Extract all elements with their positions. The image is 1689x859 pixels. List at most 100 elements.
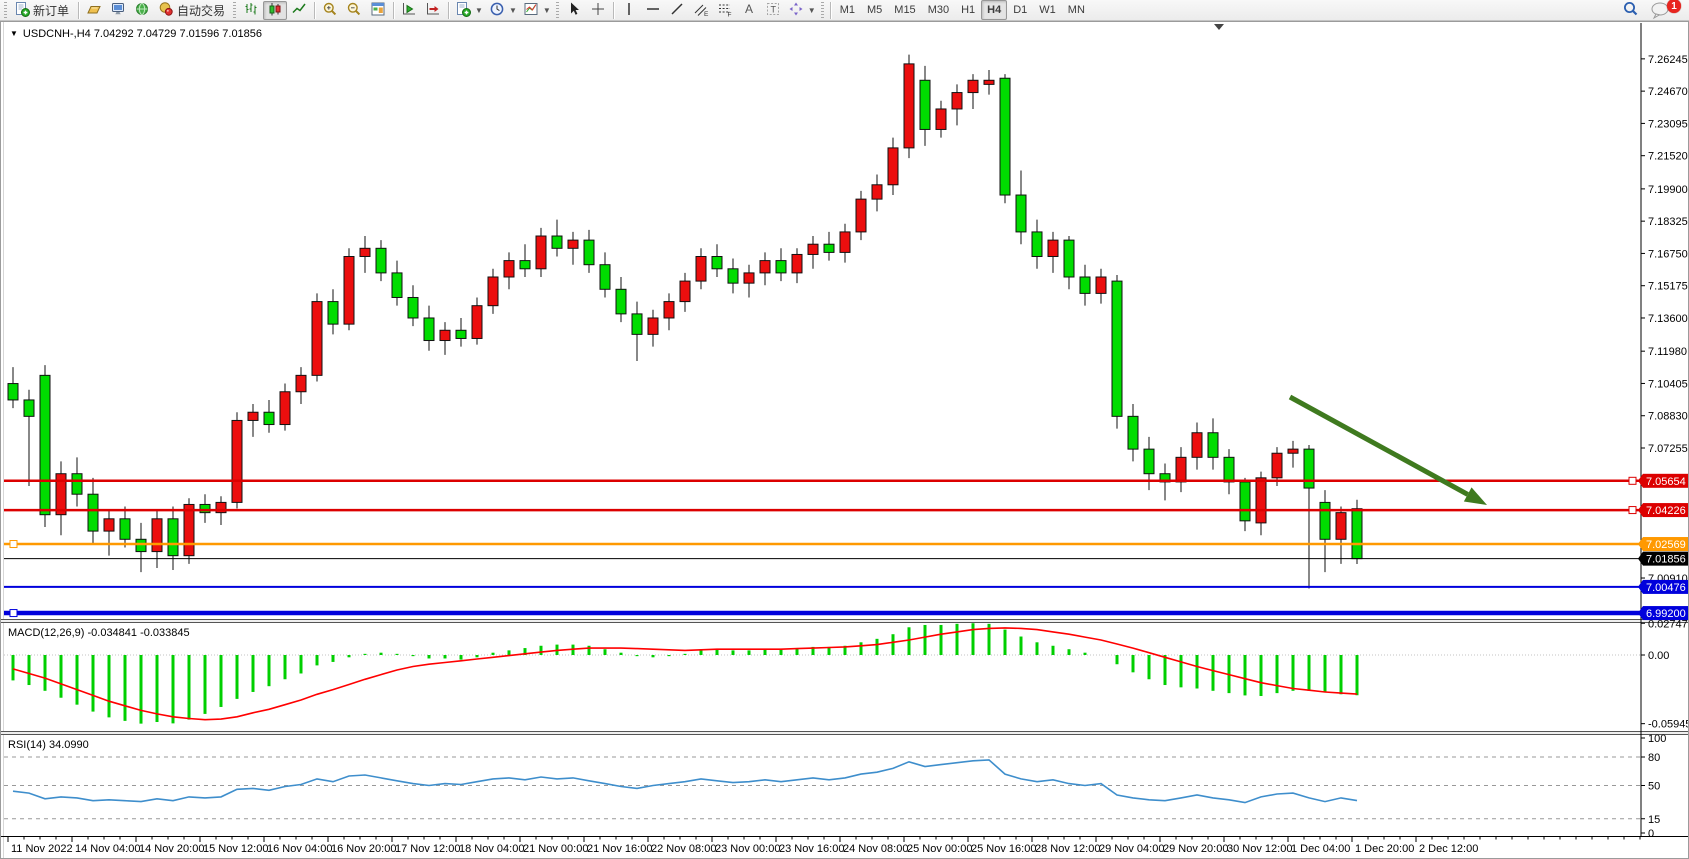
auto-trading-button[interactable]: 自动交易: [154, 1, 231, 20]
candle-down: [1144, 449, 1154, 474]
channel-tool-button[interactable]: E: [689, 1, 713, 20]
line-handle[interactable]: [10, 541, 17, 548]
timeframe-m1[interactable]: M1: [834, 0, 861, 20]
toolbar-grip[interactable]: [233, 2, 236, 18]
time-tick-label: 25 Nov 16:00: [971, 843, 1036, 855]
time-tick-label: 17 Nov 12:00: [395, 843, 460, 855]
candle-down: [120, 519, 130, 539]
candle-up: [536, 236, 546, 269]
line-chart-type-button[interactable]: [287, 1, 311, 20]
shift-marker[interactable]: [1214, 24, 1224, 30]
timeframe-m5[interactable]: M5: [861, 0, 888, 20]
text-tool-button[interactable]: A: [737, 1, 761, 20]
channel-icon: E: [693, 1, 709, 20]
new-order-button[interactable]: 新订单: [10, 1, 75, 20]
time-axis[interactable]: 11 Nov 202214 Nov 04:0014 Nov 20:0015 No…: [8, 837, 1640, 855]
bar-chart-type-button[interactable]: [239, 1, 263, 20]
rsi-label: RSI(14) 34.0990: [8, 739, 89, 751]
price-axis[interactable]: 7.262457.246707.230957.215207.199007.183…: [1641, 23, 1688, 840]
time-tick-label: 23 Nov 00:00: [715, 843, 780, 855]
trendline-tool-button[interactable]: [665, 1, 689, 20]
navigator-button[interactable]: [130, 1, 154, 20]
time-tick-label: 21 Nov 00:00: [523, 843, 588, 855]
price-tick-label: 7.16750: [1648, 248, 1688, 260]
price-tick-label: 7.18325: [1648, 216, 1688, 228]
separator: [314, 2, 315, 19]
gold-bar-icon: [86, 1, 102, 20]
chart-window: 7.262457.246707.230957.215207.199007.183…: [0, 21, 1689, 859]
line-handle[interactable]: [10, 610, 17, 617]
candle-down: [1016, 195, 1026, 232]
label-tool-button[interactable]: T: [761, 1, 785, 20]
arrows-tool-button[interactable]: ▼: [785, 1, 819, 20]
rsi-tick-label: 50: [1648, 781, 1660, 793]
timeframe-d1[interactable]: D1: [1007, 0, 1033, 20]
collapse-arrow-icon[interactable]: ▼: [10, 29, 18, 38]
candle-down: [616, 289, 626, 314]
market-watch-button[interactable]: [82, 1, 106, 20]
line-handle[interactable]: [1629, 507, 1636, 514]
chart-shift-button[interactable]: [421, 1, 445, 20]
candle-down: [1240, 482, 1250, 521]
timeframe-mn[interactable]: MN: [1062, 0, 1091, 20]
zoom-in-button[interactable]: [318, 1, 342, 20]
toolbar-grip[interactable]: [556, 2, 559, 18]
zoom-out-button[interactable]: [342, 1, 366, 20]
indicator-levels: [4, 655, 1641, 819]
level-lines[interactable]: [4, 477, 1641, 616]
notification-badge: 1: [1667, 0, 1681, 13]
timeframe-m30[interactable]: M30: [922, 0, 955, 20]
chart-canvas[interactable]: 7.262457.246707.230957.215207.199007.183…: [1, 22, 1688, 858]
auto-scroll-button[interactable]: [397, 1, 421, 20]
toolbar-grip[interactable]: [821, 2, 824, 18]
trend-arrow[interactable]: [1290, 397, 1487, 505]
candle-up: [312, 302, 322, 376]
rsi-tick-label: 15: [1648, 814, 1660, 826]
candle-down: [200, 504, 210, 512]
candle-down: [920, 80, 930, 129]
candle-down: [712, 257, 722, 269]
timeframe-h1[interactable]: H1: [955, 0, 981, 20]
auto-trading-label: 自动交易: [177, 2, 225, 19]
new-chart-button[interactable]: ▼: [452, 1, 486, 20]
search-button[interactable]: [1619, 1, 1643, 20]
fibonacci-tool-button[interactable]: F: [713, 1, 737, 20]
candle-up: [904, 64, 914, 148]
candle-up: [248, 412, 258, 420]
candle-down: [520, 261, 530, 269]
candle-down: [392, 273, 402, 298]
candle-up: [840, 232, 850, 252]
candle-up: [952, 93, 962, 109]
toolbar-grip[interactable]: [4, 2, 7, 18]
candle-up: [1096, 277, 1106, 293]
cursor-tool-button[interactable]: [562, 1, 586, 20]
timeframe-h4[interactable]: H4: [981, 0, 1007, 20]
time-tick-label: 14 Nov 20:00: [139, 843, 204, 855]
time-tick-label: 23 Nov 16:00: [779, 843, 844, 855]
ohlc-bars-icon: [243, 1, 259, 20]
templates-button[interactable]: ▼: [520, 1, 554, 20]
vertical-line-tool-button[interactable]: [617, 1, 641, 20]
macd-tick-label: 0.00: [1648, 650, 1669, 662]
rsi-value: 34.0990: [49, 739, 89, 751]
horizontal-line-tool-button[interactable]: [641, 1, 665, 20]
line-handle[interactable]: [1629, 477, 1636, 484]
candle-down: [1352, 509, 1362, 559]
candlestick-type-button[interactable]: [263, 1, 287, 20]
crosshair-tool-button[interactable]: [586, 1, 610, 20]
new-order-icon: [14, 1, 30, 20]
tile-windows-button[interactable]: [366, 1, 390, 20]
timeframe-w1[interactable]: W1: [1033, 0, 1062, 20]
candle-down: [168, 519, 178, 556]
notifications-button[interactable]: 1: [1649, 0, 1679, 20]
svg-text:E: E: [704, 11, 709, 17]
timeframe-m15[interactable]: M15: [888, 0, 921, 20]
text-icon: A: [741, 1, 757, 20]
price-tick-label: 7.23095: [1648, 118, 1688, 130]
data-window-button[interactable]: [106, 1, 130, 20]
periods-button[interactable]: ▼: [486, 1, 520, 20]
candle-up: [1336, 513, 1346, 540]
shift-marker-icon[interactable]: [1214, 24, 1224, 30]
candle-down: [584, 240, 594, 265]
macd-values: -0.034841 -0.033845: [87, 627, 189, 639]
